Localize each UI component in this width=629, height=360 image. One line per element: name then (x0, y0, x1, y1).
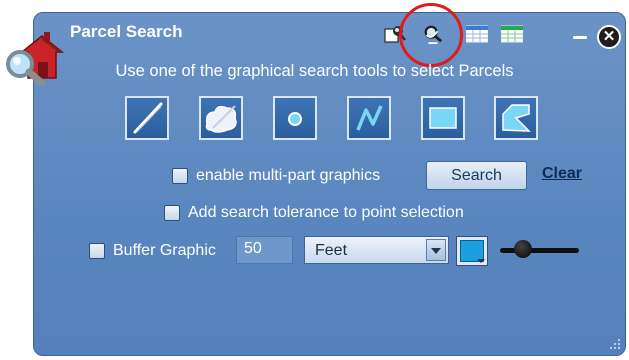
freehand-polygon-icon (205, 105, 237, 133)
instructions-text: Use one of the graphical search tools to… (115, 62, 514, 80)
transparency-slider-track[interactable] (500, 248, 579, 253)
resize-grip-icon[interactable] (609, 338, 621, 350)
freehand-polygon-tool[interactable] (199, 96, 243, 140)
buffer-unit-select[interactable]: Feet (304, 236, 449, 264)
tolerance-checkbox[interactable] (164, 205, 180, 221)
multipart-checkbox[interactable] (172, 168, 188, 184)
buffer-label: Buffer Graphic (113, 242, 216, 259)
color-dropdown-icon (477, 259, 485, 263)
freehand-line-icon (133, 102, 163, 134)
minimize-button[interactable] (573, 36, 587, 39)
results-table-icon[interactable] (501, 24, 523, 44)
search-button[interactable]: Search (426, 161, 527, 190)
polyline-tool[interactable] (347, 96, 391, 140)
buffer-checkbox[interactable] (89, 243, 105, 259)
rectangle-icon (429, 107, 457, 129)
buffer-unit-value: Feet (315, 242, 348, 259)
tolerance-label: Add search tolerance to point selection (188, 204, 464, 221)
polyline-icon (356, 105, 383, 131)
polygon-icon (502, 104, 531, 132)
point-icon (288, 112, 302, 126)
attribute-search-icon[interactable] (466, 24, 488, 44)
rectangle-tool[interactable] (421, 96, 465, 140)
transparency-slider-thumb[interactable] (514, 240, 532, 258)
highlight-circle-annotation (399, 3, 463, 67)
point-tool[interactable] (273, 96, 317, 140)
close-button[interactable]: ✕ (597, 25, 621, 49)
polygon-tool[interactable] (494, 96, 538, 140)
freehand-line-tool[interactable] (125, 96, 169, 140)
multipart-label: enable multi-part graphics (196, 167, 381, 184)
clear-link[interactable]: Clear (542, 165, 582, 183)
dropdown-arrow-icon[interactable] (426, 239, 446, 261)
buffer-distance-input[interactable]: 50 (236, 236, 293, 264)
window-title: Parcel Search (70, 22, 183, 41)
buffer-color-picker[interactable] (456, 236, 488, 266)
